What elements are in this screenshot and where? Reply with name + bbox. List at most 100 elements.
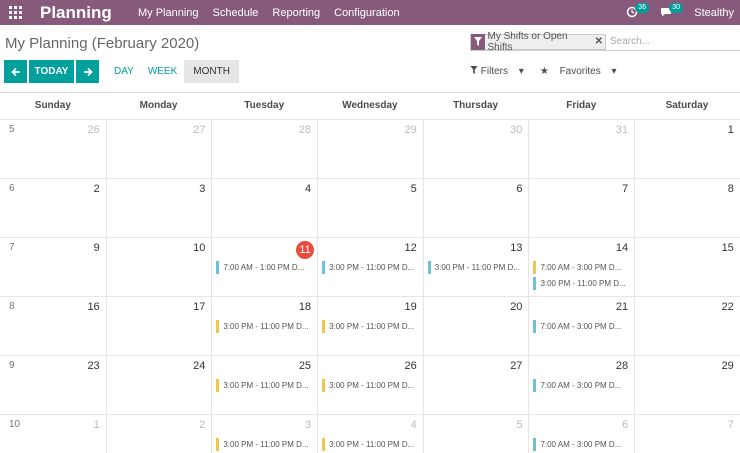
weekday-header-friday: Friday: [566, 100, 597, 111]
day-number: 26: [404, 360, 417, 372]
calendar-day[interactable]: 30: [422, 120, 529, 178]
shift-event[interactable]: 3:00 PM - 11:00 PM D...: [216, 438, 313, 451]
shift-event[interactable]: 7:00 AM - 3:00 PM D...: [533, 261, 630, 274]
top-navbar: Planning My Planning Schedule Reporting …: [0, 0, 740, 25]
today-button[interactable]: TODAY: [29, 60, 74, 83]
calendar-day[interactable]: 15: [634, 238, 740, 296]
calendar-day[interactable]: 18 3:00 PM - 11:00 PM D...: [211, 297, 317, 355]
calendar-day[interactable]: 7: [634, 415, 740, 453]
calendar-day[interactable]: 17: [105, 297, 212, 355]
systray: 36 30 Stealthy: [626, 0, 740, 25]
shift-event[interactable]: 3:00 PM - 11:00 PM D...: [322, 320, 419, 333]
weekday-header-sunday: Sunday: [34, 100, 71, 111]
calendar-day[interactable]: 28: [211, 120, 317, 178]
facet-close-icon[interactable]: ✕: [595, 36, 605, 47]
search-facet: My Shifts or Open Shifts ✕: [470, 31, 606, 53]
shift-event[interactable]: 3:00 PM - 11:00 PM D...: [322, 438, 419, 451]
calendar-day[interactable]: 9 23: [0, 356, 106, 414]
calendar-day[interactable]: 5: [422, 415, 529, 453]
calendar-day[interactable]: 8 16: [0, 297, 106, 355]
weekday-header-wednesday: Wednesday: [342, 100, 398, 111]
favorites-dropdown[interactable]: ★ Favorites ▾: [540, 66, 625, 77]
next-button[interactable]: [76, 60, 99, 83]
messages-badge: 30: [669, 2, 684, 13]
menu-schedule[interactable]: Schedule: [213, 7, 259, 19]
favorites-label: Favorites: [559, 66, 601, 77]
caret-down-icon: ▾: [518, 66, 524, 77]
shift-event[interactable]: 7:00 AM - 3:00 PM D...: [533, 379, 630, 392]
calendar-day[interactable]: 19 3:00 PM - 11:00 PM D...: [317, 297, 423, 355]
arrow-right-icon: [83, 67, 93, 76]
search-input[interactable]: [610, 36, 740, 47]
calendar-day[interactable]: 12 3:00 PM - 11:00 PM D...: [317, 238, 423, 296]
scale-day-button[interactable]: DAY: [107, 60, 141, 83]
shift-event[interactable]: 3:00 PM - 11:00 PM D...: [322, 379, 419, 392]
calendar-day[interactable]: 10: [105, 238, 212, 296]
activity-clock-icon[interactable]: 36: [626, 2, 650, 20]
calendar-day[interactable]: 5 26: [0, 120, 106, 178]
menu-configuration[interactable]: Configuration: [334, 7, 399, 19]
week-number: 9: [9, 360, 15, 371]
day-number: 28: [298, 124, 312, 136]
scale-month-button[interactable]: MONTH: [184, 60, 239, 83]
menu-reporting[interactable]: Reporting: [272, 7, 320, 19]
calendar-day[interactable]: 14 7:00 AM - 3:00 PM D... 3:00 PM - 11:00 …: [528, 238, 634, 296]
calendar-day[interactable]: 27: [422, 356, 529, 414]
calendar-day[interactable]: 3: [105, 179, 212, 237]
calendar-day[interactable]: 26 3:00 PM - 11:00 PM D...: [317, 356, 423, 414]
calendar-day[interactable]: 3 3:00 PM - 11:00 PM D...: [211, 415, 317, 453]
calendar-day[interactable]: 6: [422, 179, 529, 237]
day-number: 4: [410, 419, 417, 431]
calendar-day[interactable]: 20: [422, 297, 529, 355]
shift-event[interactable]: 3:00 PM - 11:00 PM D...: [427, 261, 525, 274]
shift-event[interactable]: 3:00 PM - 11:00 PM D...: [216, 320, 313, 333]
calendar-week-row: 6234567 8: [0, 178, 740, 237]
calendar-day[interactable]: 27: [105, 120, 212, 178]
day-number: 29: [404, 124, 417, 136]
day-number: 15: [721, 242, 734, 254]
apps-menu-icon[interactable]: [0, 0, 30, 25]
shift-event[interactable]: 7:00 AM - 3:00 PM D...: [533, 320, 630, 333]
calendar-day[interactable]: 6 7:00 AM - 3:00 PM D...: [528, 415, 634, 453]
day-number: 8: [727, 183, 734, 195]
filters-dropdown[interactable]: Filters ▾: [470, 66, 532, 77]
user-menu[interactable]: Stealthy: [694, 7, 734, 19]
app-brand[interactable]: Planning: [40, 3, 138, 23]
calendar-day[interactable]: 4 3:00 PM - 11:00 PM D...: [317, 415, 423, 453]
calendar-day[interactable]: 25 3:00 PM - 11:00 PM D...: [211, 356, 317, 414]
calendar-day[interactable]: 28 7:00 AM - 3:00 PM D...: [528, 356, 634, 414]
shift-event[interactable]: 7:00 AM - 3:00 PM D...: [533, 438, 630, 451]
calendar-day[interactable]: 29: [634, 356, 740, 414]
shift-event[interactable]: 7:00 AM - 1:00 PM D...: [216, 261, 313, 274]
calendar-day[interactable]: 8: [634, 179, 740, 237]
menu-my-planning[interactable]: My Planning: [138, 7, 199, 19]
calendar-day[interactable]: 29: [317, 120, 423, 178]
shift-event[interactable]: 3:00 PM - 11:00 PM D...: [322, 261, 419, 274]
day-number: 28: [615, 360, 629, 372]
day-number: 25: [298, 360, 312, 372]
calendar-day[interactable]: 62: [0, 179, 106, 237]
star-icon: ★: [539, 66, 549, 77]
calendar-day[interactable]: 7: [528, 179, 634, 237]
day-number: 24: [193, 360, 206, 372]
previous-button[interactable]: [4, 60, 27, 83]
messages-chat-icon[interactable]: 30: [660, 2, 684, 20]
day-number: 5: [516, 419, 523, 431]
shift-event[interactable]: 3:00 PM - 11:00 PM D...: [533, 277, 630, 290]
calendar-day[interactable]: 21 7:00 AM - 3:00 PM D...: [528, 297, 634, 355]
calendar-day[interactable]: 24: [105, 356, 212, 414]
calendar-day[interactable]: 2: [105, 415, 212, 453]
calendar-day[interactable]: 79: [0, 238, 106, 296]
calendar-day[interactable]: 10 1: [0, 415, 106, 453]
day-number: 16: [87, 301, 100, 313]
calendar-day[interactable]: 4: [211, 179, 317, 237]
scale-week-button[interactable]: WEEK: [141, 60, 184, 83]
day-number: 30: [510, 124, 523, 136]
calendar-day[interactable]: 22: [634, 297, 740, 355]
calendar-day-today[interactable]: 11 7:00 AM - 1:00 PM D...: [211, 238, 317, 296]
calendar-day[interactable]: 31: [528, 120, 634, 178]
calendar-day[interactable]: 13 3:00 PM - 11:00 PM D...: [422, 238, 529, 296]
calendar-day[interactable]: 5: [317, 179, 423, 237]
calendar-day[interactable]: 1: [634, 120, 740, 178]
shift-event[interactable]: 3:00 PM - 11:00 PM D...: [216, 379, 313, 392]
